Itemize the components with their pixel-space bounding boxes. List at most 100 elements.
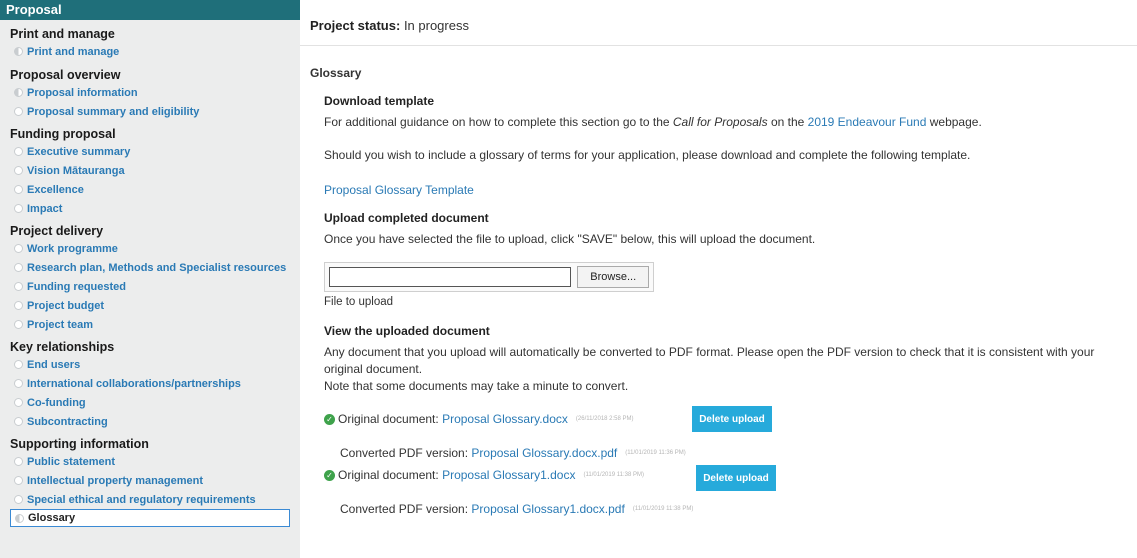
- guidance-pre: For additional guidance on how to comple…: [324, 115, 673, 129]
- progress-circle-icon: [14, 263, 23, 272]
- original-doc-link[interactable]: Proposal Glossary.docx: [442, 412, 568, 426]
- sidebar-item-label: End users: [27, 358, 81, 371]
- sidebar-item-label: Co-funding: [27, 396, 86, 409]
- progress-circle-icon: [14, 320, 23, 329]
- sidebar-item-work-programme[interactable]: Work programme: [0, 239, 300, 258]
- progress-circle-icon: [14, 147, 23, 156]
- download-heading: Download template: [324, 94, 435, 108]
- sidebar-nav: Print and manage Print and manage Propos…: [0, 20, 300, 558]
- nav-section-title: Key relationships: [10, 340, 115, 354]
- progress-circle-icon: [14, 88, 23, 97]
- sidebar-item-project-team[interactable]: Project team: [0, 315, 300, 334]
- sidebar-item-label: Public statement: [27, 455, 116, 468]
- sidebar-item-label: Intellectual property management: [27, 474, 204, 487]
- sidebar-item-co-funding[interactable]: Co-funding: [0, 393, 300, 412]
- check-icon: ✓: [324, 413, 335, 425]
- original-doc-link[interactable]: Proposal Glossary1.docx: [442, 468, 575, 482]
- progress-circle-icon: [14, 47, 23, 56]
- original-timestamp: (11/01/2019 11:38 PM): [583, 472, 644, 478]
- progress-circle-icon: [14, 457, 23, 466]
- sidebar-item-glossary[interactable]: Glossary: [10, 509, 290, 527]
- sidebar-item-proposal-information[interactable]: Proposal information: [0, 83, 300, 102]
- nav-section-title: Print and manage: [10, 27, 115, 41]
- conversion-text: Any document that you upload will automa…: [324, 345, 1095, 376]
- sidebar-item-international-collaborations[interactable]: International collaborations/partnership…: [0, 374, 300, 393]
- sidebar-item-vision-matauranga[interactable]: Vision Mātauranga: [0, 161, 300, 180]
- main-content: Project status: In progress Glossary Dow…: [300, 0, 1137, 558]
- progress-circle-icon: [14, 244, 23, 253]
- guidance-emphasis: Call for Proposals: [672, 115, 768, 129]
- sidebar-item-label: Proposal information: [27, 86, 138, 99]
- endeavour-fund-link[interactable]: 2019 Endeavour Fund: [808, 115, 927, 129]
- converted-doc-row: Converted PDF version: Proposal Glossary…: [324, 499, 1130, 519]
- sidebar-item-subcontracting[interactable]: Subcontracting: [0, 412, 300, 431]
- nav-section-delivery: Project delivery Work programme Research…: [0, 223, 300, 334]
- progress-circle-icon: [14, 360, 23, 369]
- sidebar-item-label: Excellence: [27, 183, 84, 196]
- nav-section-print: Print and manage Print and manage: [0, 26, 300, 61]
- sidebar-header: Proposal: [0, 0, 300, 20]
- guidance-mid: on the: [767, 115, 808, 129]
- nav-section-supporting: Supporting information Public statement …: [0, 436, 300, 527]
- progress-circle-icon: [14, 417, 23, 426]
- sidebar-item-print-and-manage[interactable]: Print and manage: [0, 42, 300, 61]
- sidebar-item-funding-requested[interactable]: Funding requested: [0, 277, 300, 296]
- upload-heading: Upload completed document: [324, 211, 489, 225]
- glossary-section: Glossary Download template For additiona…: [310, 56, 1130, 519]
- progress-circle-icon: [14, 476, 23, 485]
- converted-doc-row: Converted PDF version: Proposal Glossary…: [324, 443, 1130, 463]
- file-upload-control: Browse...: [324, 262, 654, 292]
- progress-circle-icon: [15, 513, 24, 523]
- sidebar-item-executive-summary[interactable]: Executive summary: [0, 142, 300, 161]
- sidebar-item-public-statement[interactable]: Public statement: [0, 452, 300, 471]
- original-doc-row: ✓ Original document: Proposal Glossary.d…: [324, 406, 1130, 432]
- sidebar-item-label: Special ethical and regulatory requireme…: [27, 493, 256, 506]
- sidebar-item-research-plan[interactable]: Research plan, Methods and Specialist re…: [0, 258, 300, 277]
- nav-section-relationships: Key relationships End users Internationa…: [0, 339, 300, 431]
- converted-doc-link[interactable]: Proposal Glossary1.docx.pdf: [471, 502, 624, 516]
- upload-instructions: Once you have selected the file to uploa…: [324, 232, 816, 246]
- sidebar-item-label: Executive summary: [27, 145, 131, 158]
- nav-section-title: Funding proposal: [10, 127, 116, 141]
- converted-doc-link[interactable]: Proposal Glossary.docx.pdf: [471, 446, 617, 460]
- progress-circle-icon: [14, 107, 23, 116]
- progress-circle-icon: [14, 398, 23, 407]
- sidebar-item-intellectual-property[interactable]: Intellectual property management: [0, 471, 300, 490]
- glossary-body: Download template For additional guidanc…: [310, 94, 1130, 519]
- sidebar-item-special-ethical[interactable]: Special ethical and regulatory requireme…: [0, 490, 300, 509]
- sidebar-item-label: Impact: [27, 202, 63, 215]
- sidebar-item-proposal-summary[interactable]: Proposal summary and eligibility: [0, 102, 300, 121]
- status-bar: Project status: In progress: [300, 0, 1137, 46]
- browse-button[interactable]: Browse...: [577, 266, 649, 288]
- progress-circle-icon: [14, 204, 23, 213]
- file-path-field[interactable]: [329, 267, 572, 287]
- progress-circle-icon: [14, 166, 23, 175]
- file-upload-label: File to upload: [324, 296, 394, 308]
- sidebar-item-label: Subcontracting: [27, 415, 108, 428]
- guidance-post: webpage.: [926, 115, 982, 129]
- wish-text: Should you wish to include a glossary of…: [324, 148, 971, 162]
- template-link[interactable]: Proposal Glossary Template: [324, 183, 474, 197]
- delete-upload-button[interactable]: Delete upload: [696, 465, 776, 491]
- sidebar-item-label: Project budget: [27, 299, 105, 312]
- sidebar-item-project-budget[interactable]: Project budget: [0, 296, 300, 315]
- converted-timestamp: (11/01/2019 11:36 PM): [625, 450, 686, 456]
- sidebar-item-impact[interactable]: Impact: [0, 199, 300, 218]
- nav-section-overview: Proposal overview Proposal information P…: [0, 67, 300, 121]
- nav-section-title: Supporting information: [10, 437, 149, 451]
- sidebar-item-label: Glossary: [28, 512, 76, 524]
- sidebar-item-label: Vision Mātauranga: [27, 164, 125, 177]
- nav-section-funding: Funding proposal Executive summary Visio…: [0, 126, 300, 218]
- guidance-text: For additional guidance on how to comple…: [324, 114, 1130, 131]
- converted-timestamp: (11/01/2019 11:38 PM): [632, 506, 694, 512]
- original-label: Original document:: [338, 412, 439, 426]
- sidebar-item-label: Project team: [27, 318, 94, 331]
- sidebar-item-excellence[interactable]: Excellence: [0, 180, 300, 199]
- sidebar-item-label: Proposal summary and eligibility: [27, 105, 200, 118]
- status-label: Project status:: [310, 18, 401, 33]
- delete-upload-button[interactable]: Delete upload: [692, 406, 772, 432]
- sidebar-item-end-users[interactable]: End users: [0, 355, 300, 374]
- original-doc-row: ✓ Original document: Proposal Glossary1.…: [324, 463, 1130, 491]
- converted-label: Converted PDF version:: [340, 446, 469, 460]
- converted-label: Converted PDF version:: [340, 502, 469, 516]
